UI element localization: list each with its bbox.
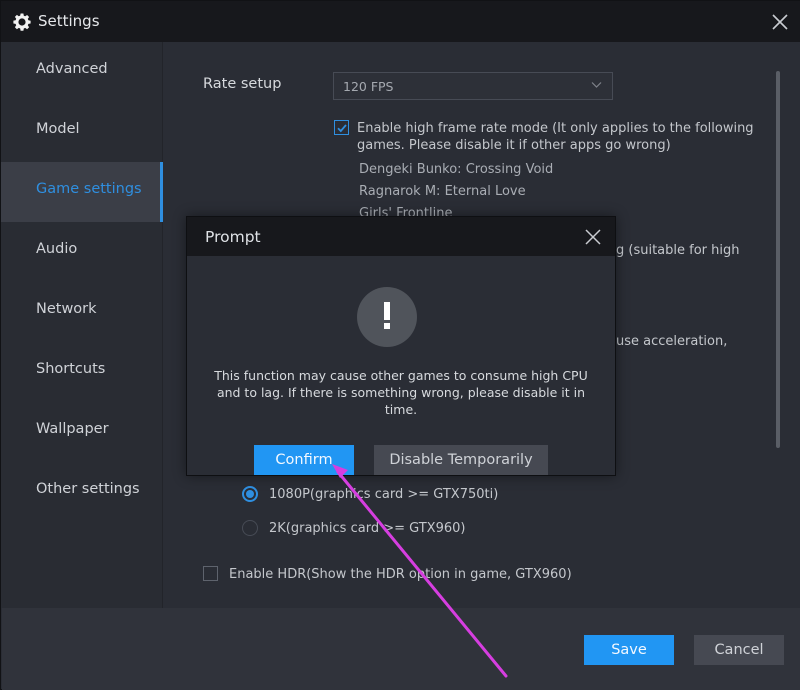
sidebar-item-label: Model [36, 121, 80, 137]
settings-sidebar: Advanced Model Game settings Audio Netwo… [1, 42, 163, 608]
prompt-dialog: Prompt This function may cause other gam… [186, 216, 616, 476]
resolution-1080p-radio[interactable] [242, 486, 258, 502]
chevron-down-icon [591, 82, 602, 88]
sidebar-item-label: Game settings [36, 181, 142, 197]
resolution-2k-label: 2K(graphics card >= GTX960) [269, 521, 466, 536]
rate-setup-label: Rate setup [203, 76, 282, 92]
title-bar: Settings [1, 1, 800, 42]
window-title: Settings [38, 12, 100, 30]
sidebar-item-advanced[interactable]: Advanced [1, 42, 163, 102]
sidebar-item-audio[interactable]: Audio [1, 222, 163, 282]
cancel-button[interactable]: Cancel [694, 635, 784, 665]
partial-option-text: g (suitable for high [616, 243, 740, 258]
dialog-message: This function may cause other games to c… [214, 368, 588, 417]
save-button[interactable]: Save [584, 635, 674, 665]
hdr-checkbox[interactable] [203, 566, 218, 581]
checkmark-icon [337, 124, 347, 133]
resolution-2k-radio[interactable] [242, 520, 258, 536]
sidebar-item-label: Wallpaper [36, 421, 109, 437]
frame-rate-selected: 120 FPS [343, 79, 394, 94]
sidebar-item-label: Advanced [36, 61, 108, 77]
dialog-header: Prompt [187, 217, 615, 256]
sidebar-item-game-settings[interactable]: Game settings [1, 162, 163, 222]
sidebar-item-label: Other settings [36, 481, 140, 497]
sidebar-item-network[interactable]: Network [1, 282, 163, 342]
dialog-title: Prompt [205, 228, 261, 246]
sidebar-item-other-settings[interactable]: Other settings [1, 462, 163, 522]
sidebar-item-label: Audio [36, 241, 78, 257]
sidebar-item-label: Network [36, 301, 97, 317]
high-frame-rate-label-cont: games. Please disable it if other apps g… [357, 138, 671, 153]
resolution-1080p-label: 1080P(graphics card >= GTX750ti) [269, 487, 499, 502]
sidebar-item-label: Shortcuts [36, 361, 106, 377]
gear-icon [13, 13, 31, 31]
hdr-label: Enable HDR(Show the HDR option in game, … [229, 567, 572, 582]
sidebar-item-shortcuts[interactable]: Shortcuts [1, 342, 163, 402]
close-icon[interactable] [769, 11, 791, 33]
footer-bar: Save Cancel [2, 608, 800, 690]
partial-option-text: use acceleration, [616, 334, 728, 349]
sidebar-item-model[interactable]: Model [1, 102, 163, 162]
close-icon[interactable] [585, 229, 601, 245]
high-frame-rate-label: Enable high frame rate mode (It only app… [357, 121, 754, 136]
high-frame-rate-checkbox[interactable] [334, 120, 349, 135]
content-scrollbar[interactable] [776, 71, 780, 448]
sidebar-item-wallpaper[interactable]: Wallpaper [1, 402, 163, 462]
exclamation-icon [357, 287, 417, 347]
game-list-item: Dengeki Bunko: Crossing Void [359, 162, 554, 177]
game-list-item: Ragnarok M: Eternal Love [359, 184, 526, 199]
settings-window: Settings Advanced Model Game settings Au… [0, 0, 800, 690]
disable-temporarily-button[interactable]: Disable Temporarily [374, 445, 548, 475]
frame-rate-dropdown[interactable]: 120 FPS [333, 72, 613, 100]
confirm-button[interactable]: Confirm [254, 445, 354, 475]
